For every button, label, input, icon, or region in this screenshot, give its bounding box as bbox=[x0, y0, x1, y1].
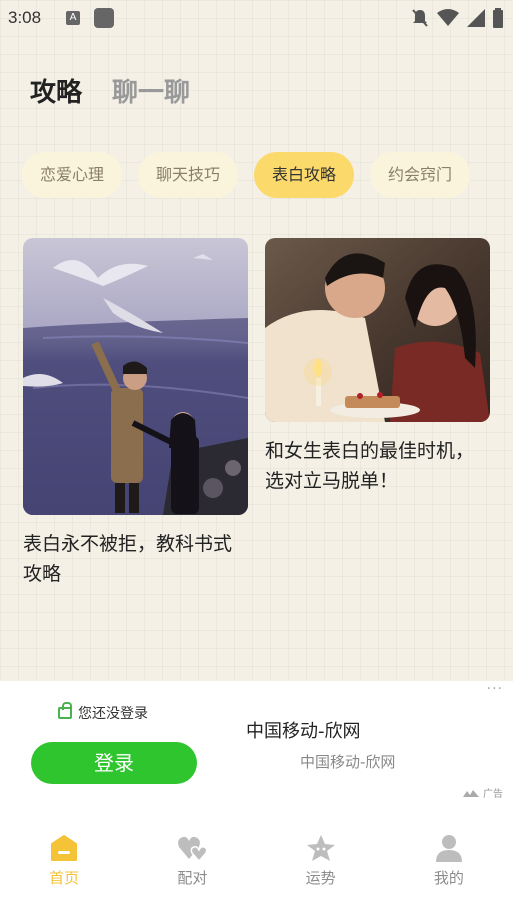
ad-tag-label: 广告 bbox=[483, 789, 503, 800]
article-card[interactable]: 表白永不被拒，教科书式攻略 bbox=[23, 238, 248, 589]
article-title[interactable]: 和女生表白的最佳时机，选对立马脱单！ bbox=[265, 436, 490, 496]
signal-icon bbox=[467, 9, 485, 31]
hearts-icon bbox=[178, 836, 208, 863]
category-chips: 恋爱心理 聊天技巧 表白攻略 约会窍门 bbox=[22, 152, 471, 198]
ad-tag: 广告 bbox=[463, 785, 503, 800]
nav-profile[interactable]: 我的 bbox=[385, 811, 513, 912]
person-icon bbox=[435, 835, 462, 862]
chip-chat-skills[interactable]: 聊天技巧 bbox=[138, 152, 239, 198]
nav-fortune[interactable]: 运势 bbox=[257, 811, 385, 912]
status-time: 3:08 bbox=[8, 8, 42, 27]
chip-love-psychology[interactable]: 恋爱心理 bbox=[22, 152, 123, 198]
chip-confession-guide[interactable]: 表白攻略 bbox=[254, 152, 355, 198]
ad-more-icon[interactable]: ··· bbox=[487, 681, 503, 697]
keyboard-indicator-icon: A bbox=[66, 11, 80, 25]
article-image-seagulls bbox=[23, 238, 248, 515]
nav-home-label: 首页 bbox=[49, 869, 80, 887]
article-card[interactable]: 和女生表白的最佳时机，选对立马脱单！ bbox=[265, 238, 490, 496]
status-icons bbox=[411, 8, 503, 32]
ad-banner: ··· 您还没登录 登录 中国移动-欣网 中国移动-欣网 广告 bbox=[0, 681, 513, 811]
nav-fortune-label: 运势 bbox=[305, 869, 336, 887]
nav-match-label: 配对 bbox=[177, 869, 208, 887]
tab-guide[interactable]: 攻略 bbox=[30, 72, 82, 109]
nav-profile-label: 我的 bbox=[433, 869, 464, 887]
article-image-couple bbox=[265, 238, 490, 422]
ad-logo-icon bbox=[463, 789, 479, 797]
status-bar: 3:08 A bbox=[0, 0, 513, 36]
nav-home[interactable]: 首页 bbox=[0, 811, 128, 912]
tab-chat[interactable]: 聊一聊 bbox=[112, 72, 190, 109]
bottom-nav: 首页 配对 运势 我的 bbox=[0, 811, 513, 912]
ad-subtitle[interactable]: 中国移动-欣网 bbox=[300, 751, 395, 772]
ad-title[interactable]: 中国移动-欣网 bbox=[246, 717, 361, 743]
home-icon bbox=[51, 835, 78, 861]
star-icon bbox=[306, 835, 335, 861]
login-note: 您还没登录 bbox=[58, 702, 148, 723]
login-button[interactable]: 登录 bbox=[31, 742, 197, 784]
login-note-text: 您还没登录 bbox=[78, 706, 148, 722]
lock-icon bbox=[58, 702, 72, 719]
nav-match[interactable]: 配对 bbox=[128, 811, 256, 912]
wifi-icon bbox=[437, 9, 459, 31]
article-title[interactable]: 表白永不被拒，教科书式攻略 bbox=[23, 529, 248, 589]
mute-icon bbox=[411, 8, 429, 32]
top-tabs: 攻略 聊一聊 bbox=[30, 72, 190, 109]
app-indicator-icon bbox=[94, 8, 114, 28]
battery-icon bbox=[493, 8, 503, 32]
chip-dating-tips[interactable]: 约会窍门 bbox=[370, 152, 471, 198]
